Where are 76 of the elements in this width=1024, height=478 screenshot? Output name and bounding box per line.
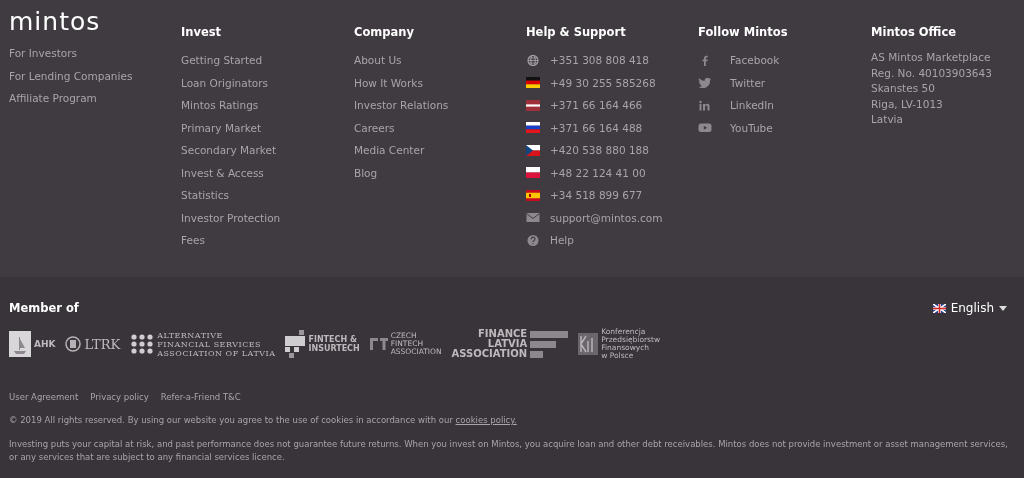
ship-logo-icon xyxy=(9,331,31,357)
globe-icon xyxy=(526,54,540,66)
linkedin-icon xyxy=(698,99,712,111)
emblem-icon xyxy=(65,336,82,352)
footer-link[interactable]: For Lending Companies xyxy=(9,64,133,87)
contact-link[interactable]: +351 308 808 418 xyxy=(550,49,649,72)
contact-link[interactable]: Facebook xyxy=(730,49,780,72)
footer-link[interactable]: Loan Originators xyxy=(181,71,268,94)
legal-link[interactable]: Refer-a-Friend T&C xyxy=(160,391,241,403)
contact-link[interactable]: Help xyxy=(550,229,574,252)
contact-link[interactable]: LinkedIn xyxy=(730,94,774,117)
russia-flag-icon xyxy=(526,122,540,134)
contact-link[interactable]: +371 66 164 488 xyxy=(550,116,643,139)
column-heading: Mintos Office xyxy=(871,25,957,39)
bars-icon xyxy=(530,330,569,358)
germany-flag-icon xyxy=(526,77,540,89)
ltrk-logo[interactable]: LTRK xyxy=(65,336,121,352)
footer-link[interactable]: Mintos Ratings xyxy=(181,94,259,117)
mail-icon xyxy=(526,212,540,224)
footer-link[interactable]: For Investors xyxy=(9,42,77,65)
poland-flag-icon xyxy=(526,167,540,179)
footer-link[interactable]: How It Works xyxy=(354,71,423,94)
association-logo[interactable]: ALTERNATIVE FINANCIAL SERVICES ASSOCIATION OF LATVIA xyxy=(130,330,276,358)
kpf-mark-icon xyxy=(578,333,599,355)
footer-link[interactable]: Secondary Market xyxy=(181,139,277,162)
uk-flag-icon xyxy=(932,303,946,313)
finance-latvia-logo[interactable]: FINANCE LATVIA ASSOCIATION xyxy=(451,329,569,359)
video-play-icon xyxy=(698,122,712,134)
footer-link[interactable]: Investor Protection xyxy=(181,206,281,229)
section-heading: Member of xyxy=(9,301,79,315)
footer-link[interactable]: Statistics xyxy=(181,184,229,207)
contact-link[interactable]: +34 518 899 677 xyxy=(550,184,643,207)
language-selector[interactable]: English xyxy=(932,301,1007,315)
contact-link[interactable]: Twitter xyxy=(730,71,766,94)
address-line: AS Mintos Marketplace xyxy=(871,50,991,65)
dot-grid-icon xyxy=(130,334,155,354)
address-line: Latvia xyxy=(871,112,903,127)
footer-link[interactable]: About Us xyxy=(354,49,402,72)
footer-link[interactable]: Affiliate Program xyxy=(9,87,97,110)
contact-link[interactable]: +371 66 164 466 xyxy=(550,94,643,117)
contact-link[interactable]: +49 30 255 585268 xyxy=(550,71,656,94)
contact-link[interactable]: +48 22 124 41 00 xyxy=(550,161,646,184)
bird-icon xyxy=(698,77,712,89)
copyright-text: © 2019 All rights reserved. By using our website you agree to the use of cookies in accordance with our xyxy=(9,415,454,425)
czech-flag-icon xyxy=(526,144,540,156)
contact-link[interactable]: support@mintos.com xyxy=(550,206,663,229)
legal-link[interactable]: Privacy policy xyxy=(90,391,149,403)
footer-link[interactable]: Fees xyxy=(181,229,205,252)
fintech-logo[interactable]: FINTECH & INSURTECH xyxy=(285,330,360,358)
column-heading: Help & Support xyxy=(526,25,626,39)
disclaimer-text: Investing puts your capital at risk, and past performance does not guarantee future returns. When you invest on Mintos, you acquire loan and other debt receivables. Mintos does not provide investment or asset management services, or any services that are subject to any financial services licence. xyxy=(9,438,1009,464)
caret-icon xyxy=(999,305,1007,311)
footer-link[interactable]: Primary Market xyxy=(181,116,261,139)
footer-link[interactable]: Getting Started xyxy=(181,49,263,72)
footer-link[interactable]: Invest & Access xyxy=(181,161,264,184)
address-line: Riga, LV-1013 xyxy=(871,96,943,112)
column-heading: Invest xyxy=(181,25,222,39)
footer-link[interactable]: Careers xyxy=(354,116,395,139)
address-line: Skanstes 50 xyxy=(871,81,935,96)
mintos-logo[interactable]: mintos xyxy=(9,8,101,36)
ahk-logo[interactable]: AHK xyxy=(9,331,56,357)
contact-link[interactable]: +420 538 880 188 xyxy=(550,139,649,162)
footer-link[interactable]: Investor Relations xyxy=(354,94,449,117)
legal-link[interactable]: User Agreement xyxy=(9,391,79,403)
spain-flag-icon xyxy=(526,189,540,201)
ft-blocks-icon xyxy=(369,338,388,350)
cookies-link[interactable]: cookies policy. xyxy=(455,415,517,425)
column-heading: Follow Mintos xyxy=(698,25,788,39)
footer-link[interactable]: Blog xyxy=(354,161,378,184)
address-line: Reg. No. 40103903643 xyxy=(871,65,992,81)
latvia-flag-icon xyxy=(526,99,540,111)
column-heading: Company xyxy=(354,25,414,39)
footer-link[interactable]: Media Center xyxy=(354,139,425,162)
help-icon xyxy=(526,234,540,246)
pixel-blocks-icon xyxy=(285,330,306,358)
contact-link[interactable]: YouTube xyxy=(730,116,773,139)
